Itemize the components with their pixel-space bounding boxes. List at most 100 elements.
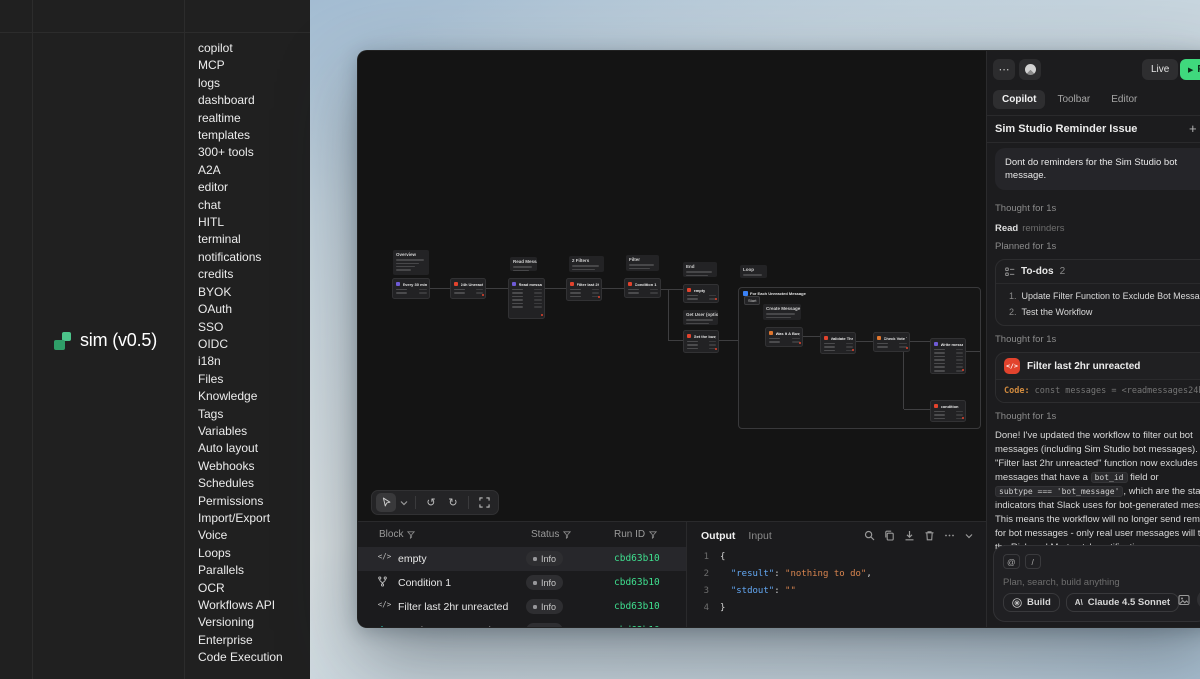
feature-panel: sim (v0.5) copilotMCPlogsdashboardrealti…	[0, 0, 310, 679]
node-type-icon	[769, 331, 774, 336]
thought-status[interactable]: Thought for 1s	[995, 334, 1200, 345]
required-dot	[962, 417, 964, 419]
workflow-canvas[interactable]: ↺ ↻ For Each Unreacted MessageStartOverv…	[358, 51, 986, 521]
node-type-icon	[396, 282, 401, 287]
canvas-note[interactable]: End	[683, 262, 717, 277]
slash-command-chip[interactable]: /	[1025, 554, 1041, 569]
table-row[interactable]: </>Filter last 2hr unreactedInfocbd63b10	[358, 595, 686, 619]
block-name: Filter last 2hr unreacted	[398, 601, 508, 613]
workflow-node[interactable]: Get the busy chat	[683, 330, 719, 353]
canvas-note[interactable]: Read Messages	[510, 257, 537, 271]
function-block-card[interactable]: </> Filter last 2hr unreacted Code:const…	[995, 352, 1200, 403]
node-type-icon	[570, 282, 575, 287]
column-header-status[interactable]: Status	[531, 529, 571, 540]
workflow-node[interactable]: Check Vote TS	[873, 332, 910, 352]
run-button[interactable]: ▶ Run	[1180, 59, 1200, 80]
workflow-edge	[668, 289, 669, 341]
collapse-chevron-icon[interactable]	[964, 531, 974, 541]
column-header-run-id[interactable]: Run ID	[614, 529, 657, 540]
chat-input-placeholder[interactable]: Plan, search, build anything	[1003, 577, 1199, 588]
node-label: Condition 1	[635, 282, 657, 287]
workflow-node[interactable]: 24h Unreacted	[450, 278, 486, 299]
fit-view-button[interactable]	[474, 493, 494, 512]
tab-editor[interactable]: Editor	[1102, 90, 1146, 109]
more-options-button[interactable]: ⋯	[993, 59, 1015, 80]
canvas-note[interactable]: Loop	[740, 265, 767, 278]
loop-start-node[interactable]: Start	[744, 296, 760, 305]
assistant-answer: Done! I've updated the workflow to filte…	[995, 429, 1200, 555]
canvas-note[interactable]: Filter	[626, 255, 659, 271]
attach-image-icon[interactable]	[1178, 594, 1190, 606]
planned-status[interactable]: Planned for 1s	[995, 241, 1200, 252]
todo-item[interactable]: 2.Test the Workflow	[996, 304, 1200, 325]
node-header: Read messages 24hr	[512, 282, 542, 287]
node-header: Filter last 2hr unreacted	[570, 282, 599, 287]
copy-icon[interactable]	[884, 530, 895, 541]
canvas-note[interactable]: 2 Filters	[569, 256, 604, 272]
workflow-node[interactable]: Write message	[930, 338, 966, 374]
note-title: Filter	[629, 257, 656, 263]
more-icon[interactable]	[944, 530, 955, 541]
node-type-icon	[824, 336, 829, 341]
feature-item: templates	[198, 127, 283, 144]
workflow-node[interactable]: Read messages 24hr	[508, 278, 545, 319]
status-dot	[533, 581, 537, 585]
feature-item: OCR	[198, 580, 283, 597]
redo-button[interactable]: ↻	[443, 493, 463, 512]
workflow-node[interactable]: Condition 1	[624, 278, 661, 298]
download-icon[interactable]	[904, 530, 915, 541]
new-chat-button[interactable]: +	[1189, 121, 1197, 136]
trash-icon[interactable]	[924, 530, 935, 541]
required-dot	[715, 348, 717, 350]
workflow-node[interactable]: Every 30 minutes	[392, 278, 430, 299]
undo-button[interactable]: ↺	[421, 493, 441, 512]
feature-item: OIDC	[198, 336, 283, 353]
copilot-sphere-button[interactable]	[1019, 59, 1041, 80]
node-param-row	[512, 289, 542, 291]
table-row[interactable]: </>emptyInfocbd63b10	[358, 547, 686, 571]
model-selector-button[interactable]: A\ Claude 4.5 Sonnet	[1066, 593, 1179, 612]
canvas-note[interactable]: Create Message	[763, 304, 801, 320]
node-param-row	[687, 341, 716, 343]
feature-item: copilot	[198, 40, 283, 57]
thought-status[interactable]: Thought for 1s	[995, 203, 1200, 214]
node-param-row	[396, 292, 427, 294]
live-button[interactable]: Live	[1142, 59, 1178, 80]
node-label: Read messages 24hr	[519, 282, 542, 287]
runs-table: Block Status Run ID </>emptyInfocbd63b10…	[358, 522, 686, 628]
grid-line	[184, 0, 185, 679]
tab-copilot[interactable]: Copilot	[993, 90, 1045, 109]
divider	[415, 496, 416, 509]
search-icon[interactable]	[864, 530, 875, 541]
table-row[interactable]: Condition 1Infocbd63b10	[358, 571, 686, 595]
feature-item: Code Execution	[198, 649, 283, 666]
tool-dropdown-chevron-icon[interactable]	[398, 493, 410, 512]
workflow-node[interactable]: Filter last 2hr unreacted	[566, 278, 602, 301]
tab-input[interactable]: Input	[748, 530, 771, 542]
node-param-row	[769, 338, 800, 340]
column-header-block[interactable]: Block	[379, 529, 415, 540]
canvas-note[interactable]: Get User (optional)	[683, 310, 718, 325]
table-row[interactable]: Read messages 24hrInfocbd63b10	[358, 619, 686, 628]
node-param-row	[512, 299, 542, 301]
canvas-note[interactable]: Overview	[393, 250, 429, 275]
pointer-tool-button[interactable]	[376, 493, 396, 512]
thought-status[interactable]: Thought for 1s	[995, 411, 1200, 422]
note-text-line	[572, 269, 595, 271]
build-mode-button[interactable]: Build	[1003, 593, 1060, 612]
note-title: End	[686, 264, 714, 270]
chat-input-box[interactable]: @ / Plan, search, build anything Build A…	[993, 545, 1200, 622]
feature-item: Auto layout	[198, 440, 283, 457]
tab-toolbar[interactable]: Toolbar	[1048, 90, 1099, 109]
workflow-node[interactable]: Was It A Busy Chat	[765, 327, 803, 347]
mention-chip[interactable]: @	[1003, 554, 1020, 569]
workflow-node[interactable]: condition	[930, 400, 966, 422]
workflow-node[interactable]: empty	[683, 284, 719, 303]
tab-output[interactable]: Output	[701, 530, 735, 542]
todo-item[interactable]: 1.Update Filter Function to Exclude Bot …	[996, 284, 1200, 304]
workflow-node[interactable]: Validate Thread TS	[820, 332, 856, 354]
node-param-row	[628, 292, 658, 294]
todos-header[interactable]: To-dos 2	[996, 260, 1200, 284]
node-param-row	[454, 292, 483, 294]
feature-item: Files	[198, 371, 283, 388]
